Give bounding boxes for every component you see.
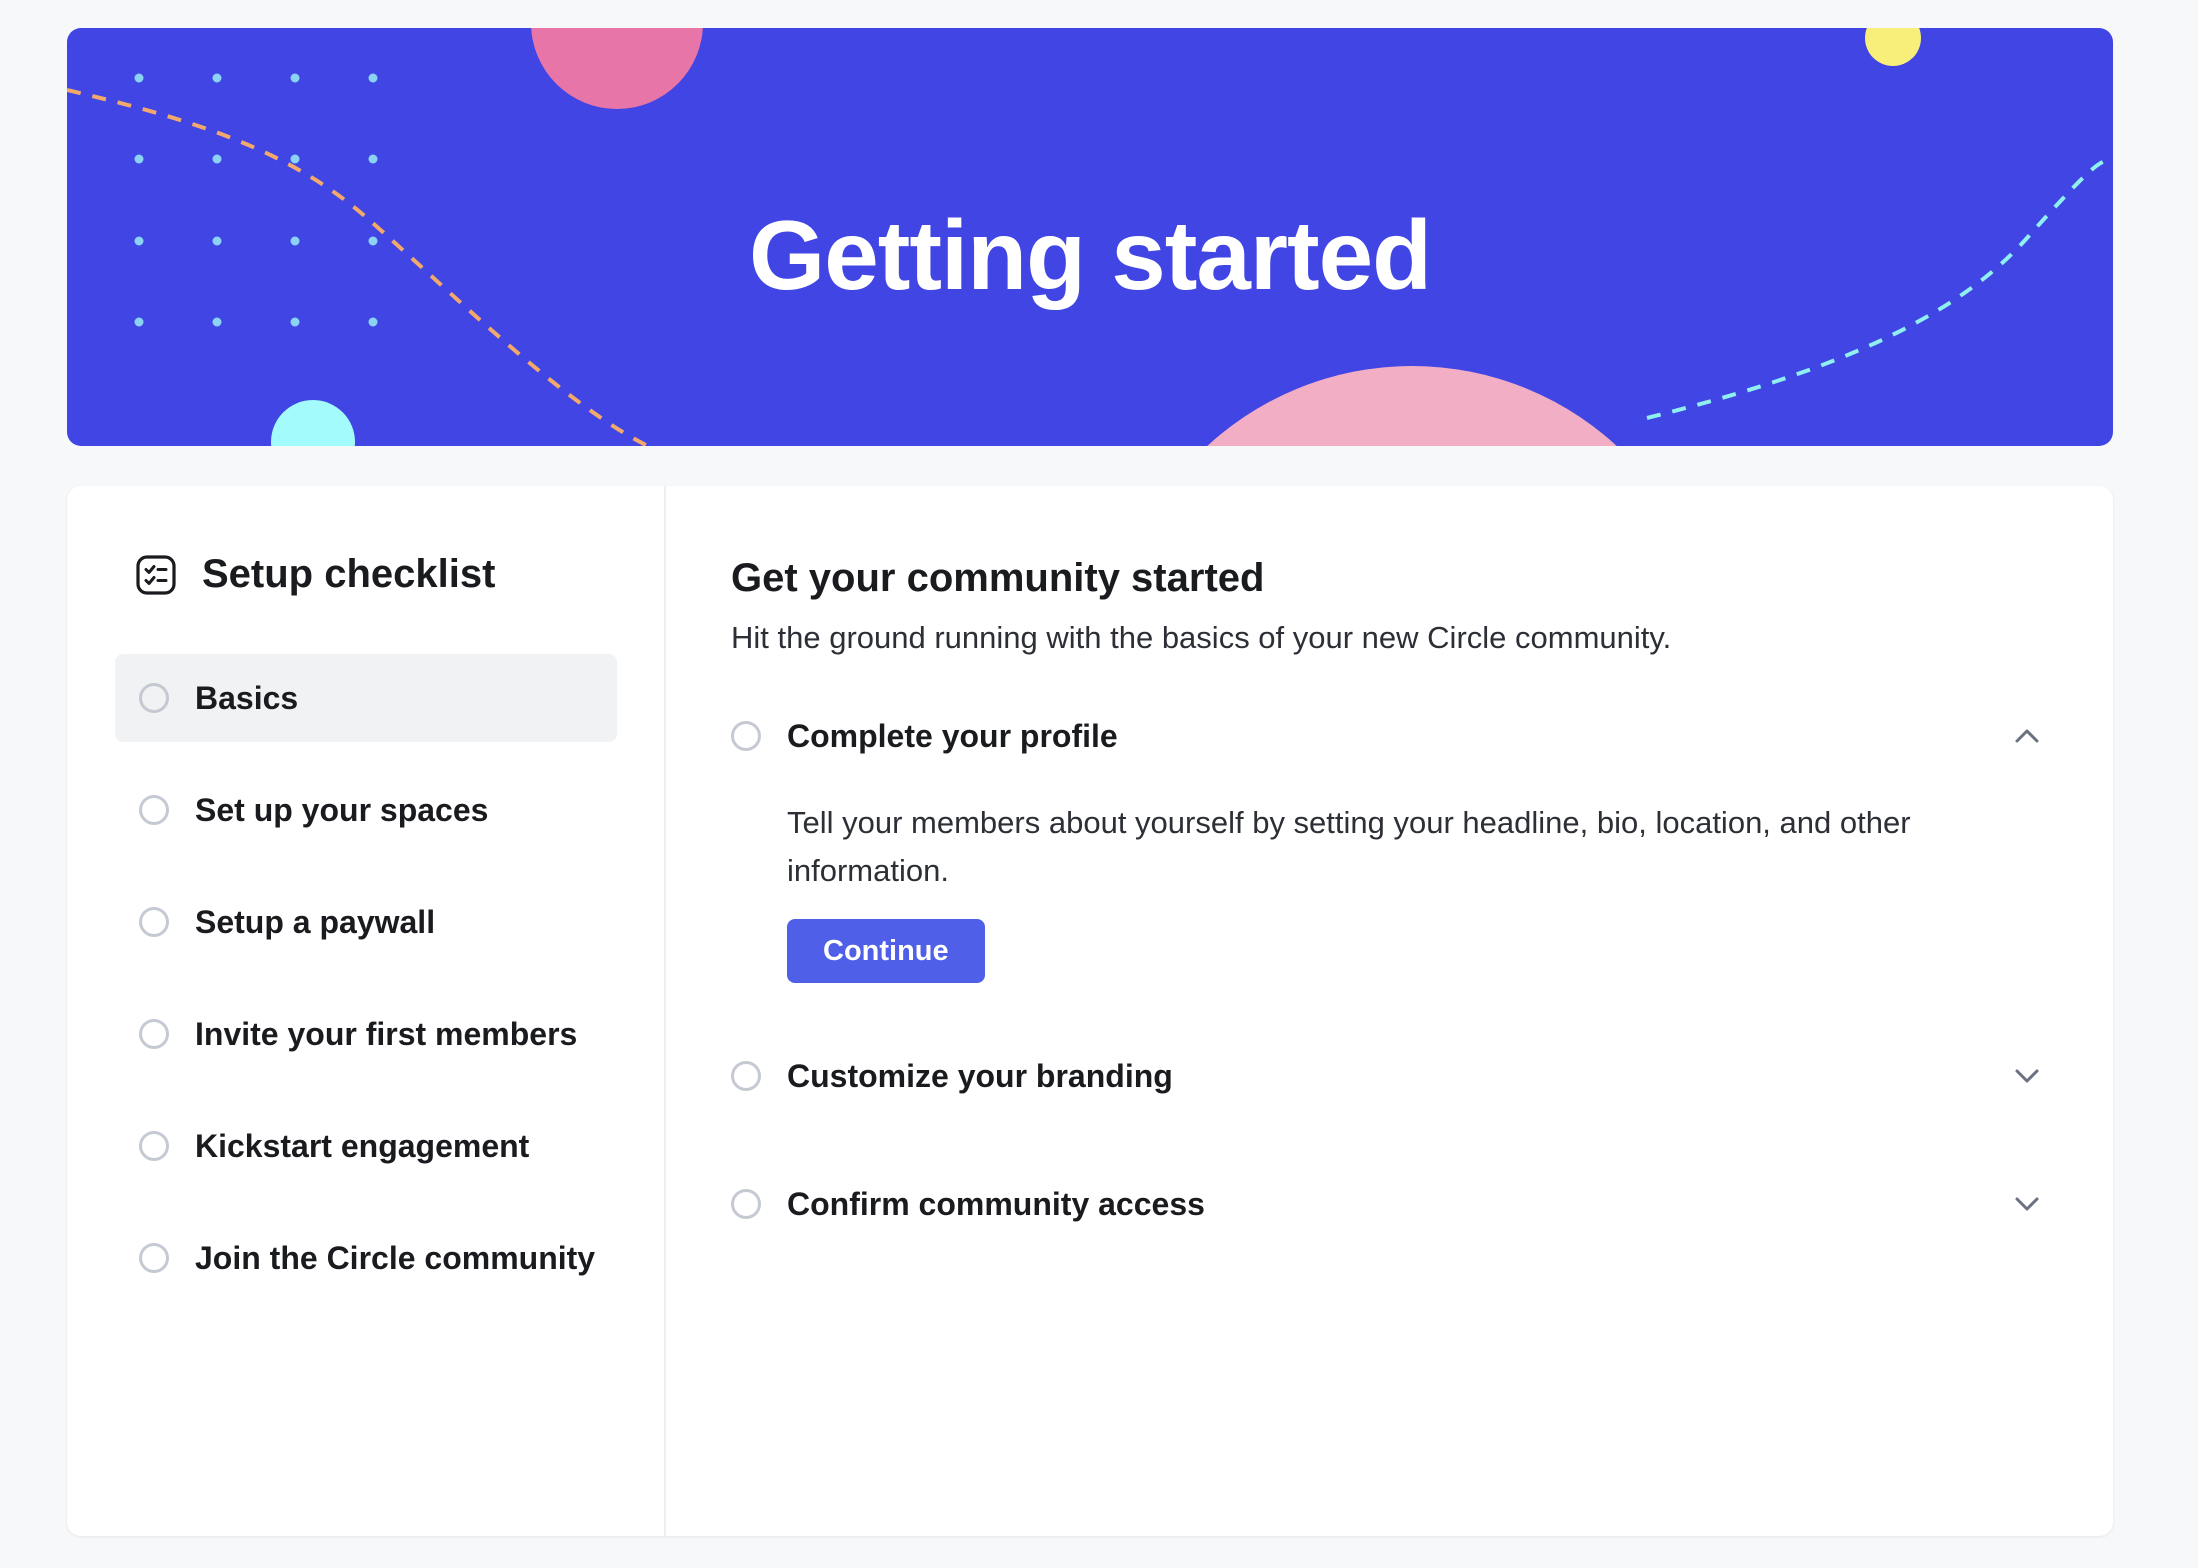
yellow-circle: [1865, 28, 1921, 66]
task-header-confirm-access[interactable]: Confirm community access: [731, 1179, 2071, 1229]
task-header-customize-branding[interactable]: Customize your branding: [731, 1051, 2071, 1101]
task-label: Customize your branding: [787, 1057, 1173, 1094]
sidebar-item-label: Join the Circle community: [195, 1239, 596, 1276]
sidebar-item-paywall[interactable]: Setup a paywall: [115, 878, 617, 966]
unchecked-circle-icon: [731, 1189, 761, 1219]
hero-banner: Getting started: [67, 28, 2113, 446]
task-customize-branding: Customize your branding: [731, 1051, 2071, 1101]
sidebar-item-label: Setup a paywall: [195, 903, 436, 940]
task-confirm-access: Confirm community access: [731, 1179, 2071, 1229]
setup-checklist-sidebar: Setup checklist Basics Set up your space…: [67, 486, 666, 1536]
chevron-down-icon[interactable]: [2007, 1184, 2047, 1224]
sidebar-item-label: Basics: [195, 679, 299, 716]
checklist-icon: [134, 553, 178, 597]
page-title: Getting started: [749, 200, 1432, 310]
unchecked-circle-icon: [139, 1131, 169, 1161]
sidebar-item-label: Set up your spaces: [195, 791, 489, 828]
unchecked-circle-icon: [731, 721, 761, 751]
continue-button[interactable]: Continue: [787, 919, 985, 983]
sidebar-item-invite-members[interactable]: Invite your first members: [115, 990, 617, 1078]
cyan-circle: [271, 400, 355, 446]
unchecked-circle-icon: [139, 1019, 169, 1049]
task-description: Tell your members about yourself by sett…: [787, 805, 1911, 888]
sidebar-item-basics[interactable]: Basics: [115, 654, 617, 742]
sidebar-item-label: Invite your first members: [195, 1015, 578, 1052]
unchecked-circle-icon: [139, 683, 169, 713]
pink-half-circle: [1207, 366, 1617, 446]
sidebar-header: Setup checklist: [134, 552, 495, 597]
getting-started-card: Setup checklist Basics Set up your space…: [67, 486, 2113, 1536]
sidebar-item-join-circle-community[interactable]: Join the Circle community: [115, 1214, 617, 1302]
task-complete-profile: Complete your profile Tell your members …: [731, 711, 2071, 983]
chevron-up-icon[interactable]: [2007, 716, 2047, 756]
pink-circle-top: [531, 28, 703, 109]
checklist-nav: Basics Set up your spaces Setup a paywal…: [115, 654, 617, 1326]
unchecked-circle-icon: [139, 907, 169, 937]
section-subtitle: Hit the ground running with the basics o…: [731, 620, 1672, 655]
unchecked-circle-icon: [139, 1243, 169, 1273]
sidebar-title: Setup checklist: [202, 552, 496, 596]
task-header-complete-profile[interactable]: Complete your profile: [731, 711, 2071, 761]
sidebar-item-label: Kickstart engagement: [195, 1127, 530, 1164]
sidebar-item-set-up-spaces[interactable]: Set up your spaces: [115, 766, 617, 854]
section-title: Get your community started: [731, 556, 1265, 600]
unchecked-circle-icon: [731, 1061, 761, 1091]
unchecked-circle-icon: [139, 795, 169, 825]
sidebar-item-kickstart-engagement[interactable]: Kickstart engagement: [115, 1102, 617, 1190]
task-label: Complete your profile: [787, 717, 1118, 754]
chevron-down-icon[interactable]: [2007, 1056, 2047, 1096]
task-label: Confirm community access: [787, 1185, 1205, 1222]
